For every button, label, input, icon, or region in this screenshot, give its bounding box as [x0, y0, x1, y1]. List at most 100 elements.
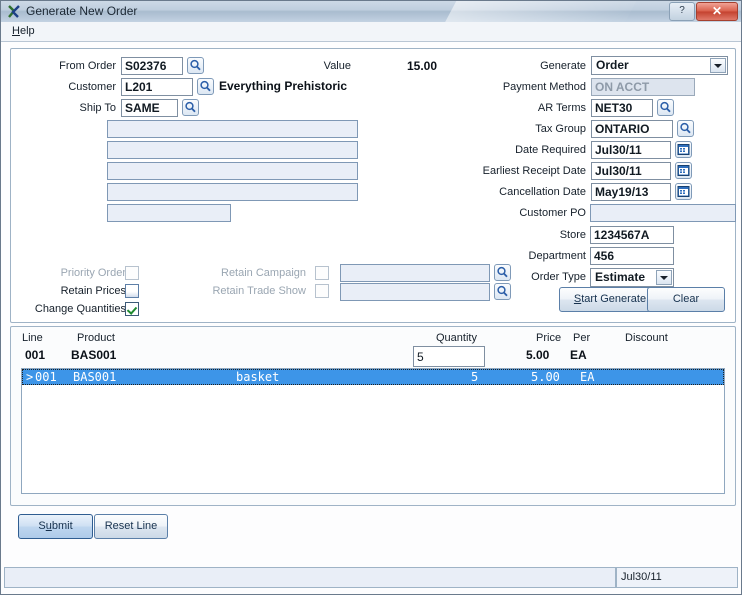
value-label: Value: [323, 60, 351, 72]
from-order-label: From Order: [59, 60, 116, 72]
row-per: EA: [580, 370, 595, 384]
payment-method-input: [591, 78, 695, 96]
customer-lookup-icon[interactable]: [197, 78, 214, 95]
grid-header-quantity: Quantity: [436, 332, 477, 344]
window-title: Generate New Order: [26, 4, 138, 18]
row-quantity: 5: [471, 370, 479, 384]
start-generate-label: tart Generate: [581, 293, 647, 305]
department-label: Department: [528, 250, 586, 262]
row-description: basket: [236, 370, 280, 384]
postal-code-input[interactable]: [107, 204, 231, 222]
grid-header-per: Per: [573, 332, 591, 344]
ship-to-lookup-icon[interactable]: [182, 99, 199, 116]
grid-header-product: Product: [77, 332, 115, 344]
cancellation-date-input[interactable]: [591, 183, 671, 201]
address-line-1-input[interactable]: [107, 120, 358, 138]
retain-trade-show-label: Retain Trade Show: [212, 285, 306, 297]
ar-terms-lookup-icon[interactable]: [657, 99, 674, 116]
customer-po-label: Customer PO: [519, 207, 586, 219]
ar-terms-input[interactable]: [591, 99, 653, 117]
customer-name-text: Everything Prehistoric: [219, 79, 348, 93]
customer-label: Customer: [68, 81, 116, 93]
menu-help[interactable]: Help: [9, 25, 38, 37]
order-lines-list[interactable]: > 001 BAS001 basket 5 5.00 EA: [21, 368, 725, 494]
earliest-receipt-date-label: Earliest Receipt Date: [482, 165, 586, 177]
retain-trade-show-input[interactable]: [340, 283, 490, 301]
close-icon[interactable]: ✕: [696, 2, 738, 21]
address-line-4-input[interactable]: [107, 183, 358, 201]
generate-new-order-window: Generate New Order ? ✕ Help From Order C…: [0, 0, 742, 595]
priority-order-checkbox: [125, 266, 139, 280]
grid-header-price: Price: [536, 332, 562, 344]
customer-input[interactable]: [121, 78, 193, 96]
order-type-dropdown[interactable]: Estimate: [590, 268, 674, 287]
date-required-calendar-icon[interactable]: [675, 141, 692, 158]
earliest-receipt-date-input[interactable]: [591, 162, 671, 180]
table-row[interactable]: > 001 BAS001 basket 5 5.00 EA: [22, 369, 724, 385]
order-type-chevron-down-icon[interactable]: [656, 270, 672, 285]
from-order-lookup-icon[interactable]: [187, 57, 204, 74]
retain-trade-show-lookup-icon[interactable]: [494, 283, 511, 300]
menu-help-accel: H: [12, 25, 20, 37]
earliest-receipt-date-calendar-icon[interactable]: [675, 162, 692, 179]
order-type-value: Estimate: [595, 270, 646, 284]
title-bar: Generate New Order ? ✕: [1, 1, 741, 23]
order-lines-panel: Line Product Quantity Price Per Discount…: [10, 326, 736, 506]
tax-group-input[interactable]: [591, 120, 673, 138]
generate-label: Generate: [540, 60, 586, 72]
payment-method-label: Payment Method: [502, 81, 586, 93]
tax-group-lookup-icon[interactable]: [677, 120, 694, 137]
tax-group-label: Tax Group: [535, 123, 586, 135]
date-required-label: Date Required: [515, 144, 586, 156]
from-order-input[interactable]: [121, 57, 183, 75]
help-titlebar-button[interactable]: ?: [669, 2, 695, 21]
status-date: Jul30/11: [616, 567, 738, 588]
grid-header-discount: Discount: [625, 332, 668, 344]
date-required-input[interactable]: [591, 141, 671, 159]
entry-line-value: 001: [25, 348, 46, 362]
store-input[interactable]: [590, 226, 674, 244]
reset-line-button[interactable]: Reset Line: [94, 514, 168, 539]
generate-value: Order: [596, 58, 629, 72]
retain-trade-show-checkbox: [315, 284, 329, 298]
title-bar-glint: [439, 1, 643, 22]
retain-campaign-label: Retain Campaign: [221, 267, 306, 279]
menu-help-label: elp: [19, 25, 35, 37]
retain-campaign-checkbox: [315, 266, 329, 280]
address-line-3-input[interactable]: [107, 162, 358, 180]
row-marker: >: [26, 370, 34, 384]
retain-prices-label: Retain Prices: [60, 285, 126, 297]
entry-quantity-input[interactable]: [413, 346, 485, 367]
retain-campaign-lookup-icon[interactable]: [494, 264, 511, 281]
status-message: [4, 567, 616, 588]
submit-label-pre: S: [38, 520, 46, 532]
cancellation-date-label: Cancellation Date: [499, 186, 586, 198]
retain-campaign-input[interactable]: [340, 264, 490, 282]
ship-to-input[interactable]: [121, 99, 178, 117]
status-bar: Jul30/11: [4, 567, 738, 589]
customer-po-input[interactable]: [590, 204, 736, 222]
retain-prices-checkbox[interactable]: [125, 284, 139, 298]
entry-per-value: EA: [570, 348, 587, 362]
change-quantities-checkbox[interactable]: [125, 302, 139, 316]
row-product: BAS001: [73, 370, 117, 384]
store-label: Store: [559, 229, 586, 241]
order-header-panel: From Order Customer Everything Prehistor…: [10, 48, 736, 323]
ar-terms-label: AR Terms: [537, 102, 586, 114]
start-generate-button[interactable]: Start Generate: [559, 287, 661, 312]
clear-button[interactable]: Clear: [647, 287, 725, 312]
grid-header-line: Line: [22, 332, 43, 344]
address-line-2-input[interactable]: [107, 141, 358, 159]
menu-bar: Help: [1, 22, 741, 42]
row-price: 5.00: [531, 370, 560, 384]
generate-dropdown[interactable]: Order: [591, 56, 728, 75]
chevron-down-icon[interactable]: [710, 58, 726, 73]
department-input[interactable]: [590, 247, 674, 265]
ship-to-label: Ship To: [79, 102, 117, 114]
submit-button[interactable]: Submit: [18, 514, 93, 539]
entry-price-value: 5.00: [526, 348, 550, 362]
cancellation-date-calendar-icon[interactable]: [675, 183, 692, 200]
priority-order-label: Priority Order: [60, 267, 126, 279]
app-icon: [7, 4, 22, 19]
change-quantities-label: Change Quantities: [34, 303, 126, 315]
